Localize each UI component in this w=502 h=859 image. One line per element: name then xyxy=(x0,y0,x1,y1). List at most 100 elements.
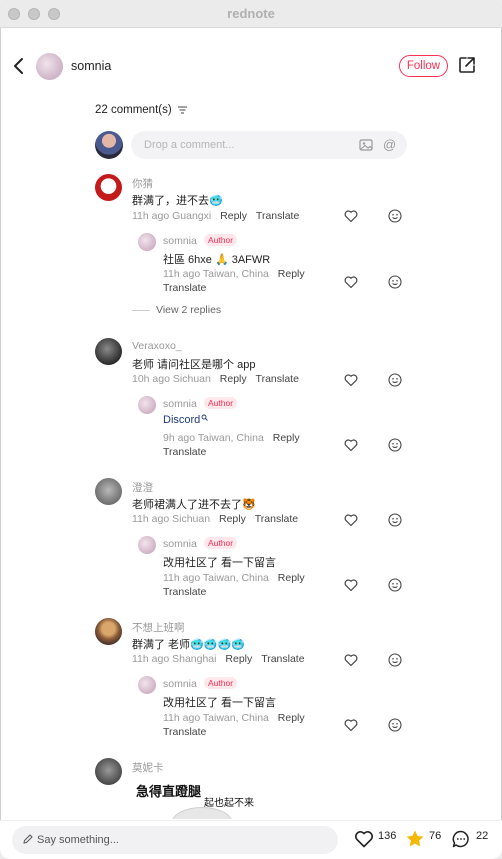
heart-icon[interactable] xyxy=(344,513,358,527)
commenter-avatar[interactable] xyxy=(95,338,122,365)
reply-location: Taiwan, China xyxy=(202,712,269,724)
heart-icon[interactable] xyxy=(344,438,358,452)
comment-meta: 11h ago Guangxi Reply Translate xyxy=(132,210,299,222)
translate-button[interactable]: Translate xyxy=(163,586,206,598)
author-reply-avatar[interactable] xyxy=(138,676,156,694)
reply-button[interactable]: Reply xyxy=(273,432,300,444)
reply-button[interactable]: Reply xyxy=(278,268,305,280)
reply-meta: 11h ago Taiwan, China Reply xyxy=(163,712,305,724)
discord-link[interactable]: Discord xyxy=(163,414,209,426)
comment-input-placeholder: Drop a comment... xyxy=(144,139,235,151)
follow-button[interactable]: Follow xyxy=(399,55,448,77)
commenter-avatar[interactable] xyxy=(95,758,122,785)
comment-input[interactable]: Drop a comment... @ xyxy=(131,131,407,159)
heart-icon[interactable] xyxy=(344,373,358,387)
commenter-avatar[interactable] xyxy=(95,618,122,645)
smile-icon[interactable] xyxy=(388,373,402,387)
reply-button[interactable]: Reply xyxy=(278,712,305,724)
translate-button[interactable]: Translate xyxy=(163,282,206,294)
comment-meta: 11h ago Shanghai Reply Translate xyxy=(132,653,305,665)
comment-text: 老师裙满人了进不去了🐯 xyxy=(132,499,256,511)
reply-button[interactable]: Reply xyxy=(220,373,247,385)
comment-location: Guangxi xyxy=(172,210,212,222)
reply-location: Taiwan, China xyxy=(197,432,264,444)
view-replies-label: View 2 replies xyxy=(156,304,222,316)
view-replies-button[interactable]: View 2 replies xyxy=(132,304,221,316)
reply-author-name[interactable]: somnia xyxy=(163,678,197,690)
commenter-avatar[interactable] xyxy=(95,174,122,201)
comment-time: 10h ago xyxy=(132,373,170,385)
author-badge: Author xyxy=(204,397,238,409)
reply-button[interactable]: Reply xyxy=(220,210,247,222)
comments-count-label: 22 comment(s) xyxy=(95,104,172,116)
search-icon xyxy=(201,414,209,421)
reply-time: 11h ago xyxy=(163,572,201,584)
author-badge: Author xyxy=(204,677,238,689)
discord-link-text: Discord xyxy=(163,414,201,426)
reply-button[interactable]: Reply xyxy=(219,513,246,525)
commenter-name[interactable]: 莫妮卡 xyxy=(132,760,164,775)
share-icon[interactable] xyxy=(458,56,476,74)
translate-button[interactable]: Translate xyxy=(256,373,299,385)
comment-text: 老师 请问社区是哪个 app xyxy=(132,359,256,371)
image-icon[interactable] xyxy=(359,138,373,152)
reply-author-name[interactable]: somnia xyxy=(163,235,197,247)
translate-button[interactable]: Translate xyxy=(261,653,304,665)
translate-button[interactable]: Translate xyxy=(163,726,206,738)
commenter-name[interactable]: 澄澄 xyxy=(132,480,153,495)
reply-button[interactable]: Reply xyxy=(225,653,252,665)
back-icon[interactable] xyxy=(10,56,28,76)
author-name[interactable]: somnia xyxy=(71,59,111,73)
bottom-bar: Say something... 136 76 22 xyxy=(0,820,502,859)
heart-icon[interactable] xyxy=(344,275,358,289)
reply-location: Taiwan, China xyxy=(202,572,269,584)
heart-icon[interactable] xyxy=(344,578,358,592)
smile-icon[interactable] xyxy=(388,438,402,452)
reply-text: 改用社区了 看一下留言 xyxy=(163,557,277,569)
divider-line xyxy=(132,309,150,311)
comment-meta: 11h ago Sichuan Reply Translate xyxy=(132,513,298,525)
comment-location: Sichuan xyxy=(172,373,211,385)
heart-icon[interactable] xyxy=(344,209,358,223)
titlebar: rednote xyxy=(0,0,502,28)
smile-icon[interactable] xyxy=(388,209,402,223)
smile-icon[interactable] xyxy=(388,275,402,289)
reply-location: Taiwan, China xyxy=(202,268,269,280)
author-reply-avatar[interactable] xyxy=(138,536,156,554)
reply-meta: 9h ago Taiwan, China Reply xyxy=(163,432,300,444)
author-badge: Author xyxy=(204,234,238,246)
smile-icon[interactable] xyxy=(388,718,402,732)
author-reply-avatar[interactable] xyxy=(138,396,156,414)
smile-icon[interactable] xyxy=(388,578,402,592)
sort-icon[interactable] xyxy=(177,106,187,114)
author-reply-avatar[interactable] xyxy=(138,233,156,251)
translate-button[interactable]: Translate xyxy=(255,513,298,525)
reply-button[interactable]: Reply xyxy=(278,572,305,584)
translate-button[interactable]: Translate xyxy=(256,210,299,222)
reply-author-name[interactable]: somnia xyxy=(163,538,197,550)
star-icon[interactable] xyxy=(405,829,425,849)
heart-icon[interactable] xyxy=(344,718,358,732)
meme-image[interactable]: 急得直蹬腿 起也起不来 xyxy=(132,779,256,819)
my-avatar xyxy=(95,131,123,159)
comment-icon[interactable] xyxy=(451,829,471,849)
at-icon[interactable]: @ xyxy=(383,138,396,152)
translate-button[interactable]: Translate xyxy=(163,446,206,458)
comment-composer: Drop a comment... @ xyxy=(95,131,415,159)
comment-location: Shanghai xyxy=(172,653,217,665)
heart-icon[interactable] xyxy=(354,829,374,849)
heart-icon[interactable] xyxy=(344,653,358,667)
commenter-avatar[interactable] xyxy=(95,478,122,505)
smile-icon[interactable] xyxy=(388,513,402,527)
comments-count: 22 comment(s) xyxy=(95,104,187,116)
comments-count-bottom: 22 xyxy=(476,830,489,842)
smile-icon[interactable] xyxy=(388,653,402,667)
stars-count: 76 xyxy=(429,830,442,842)
commenter-name[interactable]: Veraxoxo_ xyxy=(132,340,182,352)
reply-time: 11h ago xyxy=(163,268,201,280)
commenter-name[interactable]: 你猜 xyxy=(132,176,153,191)
commenter-name[interactable]: 不想上班啊 xyxy=(132,620,185,635)
author-avatar[interactable] xyxy=(36,53,63,80)
say-something-input[interactable]: Say something... xyxy=(12,826,338,854)
reply-author-name[interactable]: somnia xyxy=(163,398,197,410)
